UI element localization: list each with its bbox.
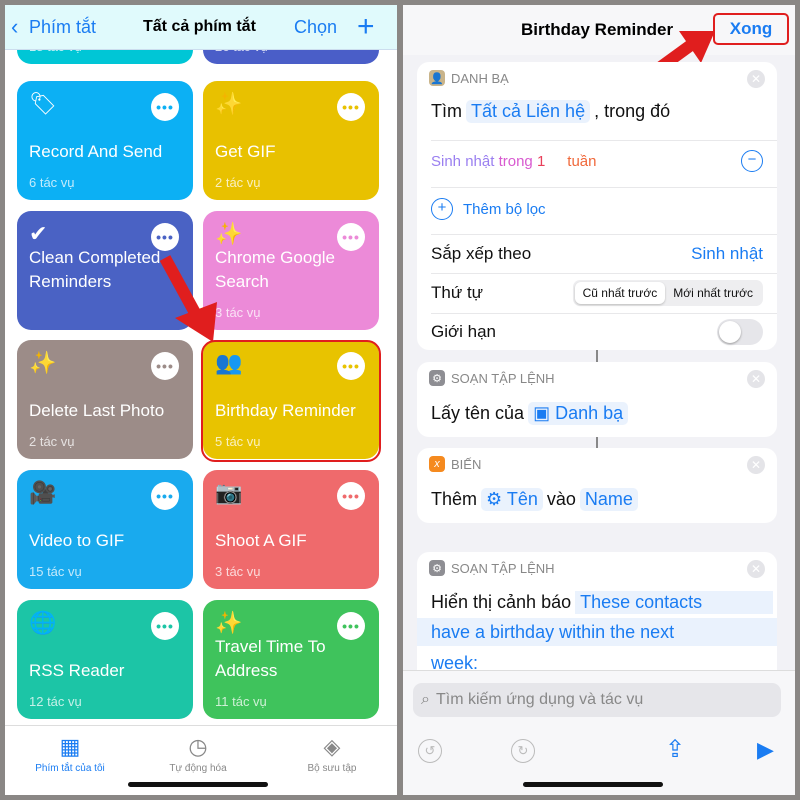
back-chevron-icon[interactable]: ‹ [11, 14, 18, 40]
remove-action-button[interactable]: ✕ [747, 70, 765, 88]
action-count: 3 tác vụ [215, 564, 261, 579]
segment-oldest-first[interactable]: Cũ nhất trước [574, 282, 666, 304]
magic-wand-icon: ✨ [215, 221, 243, 246]
tab-bar: ▦ Phím tắt của tôi ◷ Tự động hóa ◈ Bộ sưu t… [5, 725, 397, 795]
gear-icon: ⚙ [486, 488, 503, 509]
magic-wand-icon: ✨ [215, 610, 243, 635]
order-segmented-control[interactable]: Cũ nhất trước Mới nhất trước [572, 280, 763, 306]
play-icon[interactable]: ▶ [757, 737, 774, 763]
action-count: 2 tác vụ [29, 434, 75, 449]
shortcut-name: Travel Time To Address [215, 637, 326, 680]
gear-icon: ⚙ [429, 560, 445, 576]
action-count: 6 tác vụ [29, 175, 75, 190]
tab-my-shortcuts[interactable]: ▦ Phím tắt của tôi [5, 734, 135, 774]
tab-automation[interactable]: ◷ Tự động hóa [133, 734, 263, 774]
more-options-button[interactable]: ••• [151, 352, 179, 380]
contacts-icon: ▣ [533, 402, 551, 423]
add-variable-action[interactable]: x BIẾN ✕ Thêm ⚙ Tên vào Name [417, 448, 777, 523]
shortcut-name: Shoot A GIF [215, 531, 307, 550]
action-count: 11 tác vụ [215, 694, 267, 709]
clock-check-icon: ◷ [188, 734, 208, 759]
shortcuts-library-screen: 18 tác vụ 26 tác vụ ‹ Phím tắt Tất cả ph… [5, 5, 397, 795]
layers-icon: ◈ [323, 734, 341, 759]
shortcut-name: RSS Reader [29, 661, 125, 680]
shortcut-tile[interactable]: ✨ ••• Travel Time To Address 11 tác vụ [203, 600, 379, 719]
remove-action-button[interactable]: ✕ [747, 370, 765, 388]
page-title: Tất cả phím tắt [143, 18, 256, 35]
shortcut-editor-screen: Birthday Reminder Xong 👤 DANH BẠ ✕ Tìm Tất… [403, 5, 795, 795]
more-options-button[interactable]: ••• [337, 482, 365, 510]
globe-icon: 🌐 [29, 610, 57, 635]
share-icon[interactable]: ⇪ [665, 735, 685, 764]
bottom-panel: ⌕ Tìm kiếm ứng dụng và tác vụ ↺ ↻ ⇪ ▶ [403, 670, 795, 795]
sort-by-value[interactable]: Sinh nhật [691, 244, 763, 264]
video-camera-icon: 🎥 [29, 480, 57, 505]
remove-action-button[interactable]: ✕ [747, 456, 765, 474]
limit-toggle[interactable] [717, 319, 763, 345]
shortcut-name: Get GIF [215, 142, 276, 161]
nav-bar: ‹ Phím tắt Tất cả phím tắt Chọn + [5, 5, 397, 50]
shortcut-tile[interactable]: 📷 ••• Shoot A GIF 3 tác vụ [203, 470, 379, 589]
grid-icon: ▦ [59, 734, 81, 759]
contacts-scope-token[interactable]: Tất cả Liên hệ [466, 99, 591, 123]
red-arrow-icon [159, 255, 217, 342]
magic-wand-icon: ✨ [29, 350, 57, 375]
remove-filter-icon[interactable]: − [741, 150, 763, 172]
segment-newest-first[interactable]: Mới nhất trước [665, 282, 761, 304]
action-count: 12 tác vụ [29, 694, 82, 709]
undo-icon[interactable]: ↺ [418, 739, 442, 763]
more-options-button[interactable]: ••• [337, 93, 365, 121]
home-indicator [523, 782, 663, 787]
contacts-token[interactable]: ▣ Danh bạ [528, 401, 629, 425]
name-token[interactable]: ⚙ Tên [481, 487, 543, 511]
contacts-icon: 👤 [429, 70, 445, 86]
shortcut-name: Record And Send [29, 142, 163, 161]
shortcut-tile[interactable]: ✨ ••• Delete Last Photo 2 tác vụ [17, 340, 193, 459]
shortcut-name: Chrome Google Search [215, 248, 336, 291]
shortcut-name: Video to GIF [29, 531, 125, 550]
tab-gallery[interactable]: ◈ Bộ sưu tập [267, 734, 397, 774]
action-count: 15 tác vụ [29, 564, 82, 579]
plus-circle-icon: + [431, 198, 453, 220]
variable-icon: x [429, 456, 445, 472]
nav-bar: Birthday Reminder Xong [403, 5, 795, 55]
shortcut-tile[interactable]: 🎥 ••• Video to GIF 15 tác vụ [17, 470, 193, 589]
camera-icon: 📷 [215, 480, 243, 505]
shortcut-name: Delete Last Photo [29, 401, 165, 420]
gear-icon: ⚙ [429, 370, 445, 386]
magic-wand-icon: ✨ [215, 91, 243, 116]
action-count: 2 tác vụ [215, 175, 261, 190]
variable-name-token[interactable]: Name [579, 487, 638, 511]
more-options-button[interactable]: ••• [151, 93, 179, 121]
add-shortcut-button[interactable]: + [357, 10, 375, 44]
back-button[interactable]: Phím tắt [29, 17, 96, 38]
shortcut-tile[interactable]: 🏷 ••• Record And Send 6 tác vụ [17, 81, 193, 200]
alert-message-field[interactable]: These contacts [575, 590, 773, 614]
tag-icon: 🏷 [29, 91, 57, 116]
home-indicator [128, 782, 268, 787]
done-button[interactable]: Xong [713, 13, 789, 45]
search-input[interactable]: ⌕ Tìm kiếm ứng dụng và tác vụ [413, 683, 781, 717]
search-icon: ⌕ [421, 691, 430, 708]
redo-icon[interactable]: ↻ [511, 739, 535, 763]
alert-message-line[interactable]: have a birthday within the next [417, 618, 777, 646]
shortcut-tile[interactable]: 🌐 ••• RSS Reader 12 tác vụ [17, 600, 193, 719]
checkmark-circle-icon: ✔ [29, 221, 48, 246]
filter-row[interactable]: Sinh nhật trong 1 tuần − [431, 146, 763, 176]
more-options-button[interactable]: ••• [151, 482, 179, 510]
find-contacts-action[interactable]: 👤 DANH BẠ ✕ Tìm Tất cả Liên hệ, trong đó S… [417, 62, 777, 350]
get-name-action[interactable]: ⚙ SOẠN TẬP LỆNH ✕ Lấy tên của ▣ Danh bạ [417, 362, 777, 437]
select-button[interactable]: Chọn [294, 17, 337, 38]
shortcut-tile[interactable]: ✨ ••• Chrome Google Search 3 tác vụ [203, 211, 379, 330]
add-filter-button[interactable]: + Thêm bộ lọc [431, 194, 763, 224]
highlight-box [201, 340, 381, 462]
more-options-button[interactable]: ••• [151, 612, 179, 640]
shortcut-tile[interactable]: ✨ ••• Get GIF 2 tác vụ [203, 81, 379, 200]
remove-action-button[interactable]: ✕ [747, 560, 765, 578]
